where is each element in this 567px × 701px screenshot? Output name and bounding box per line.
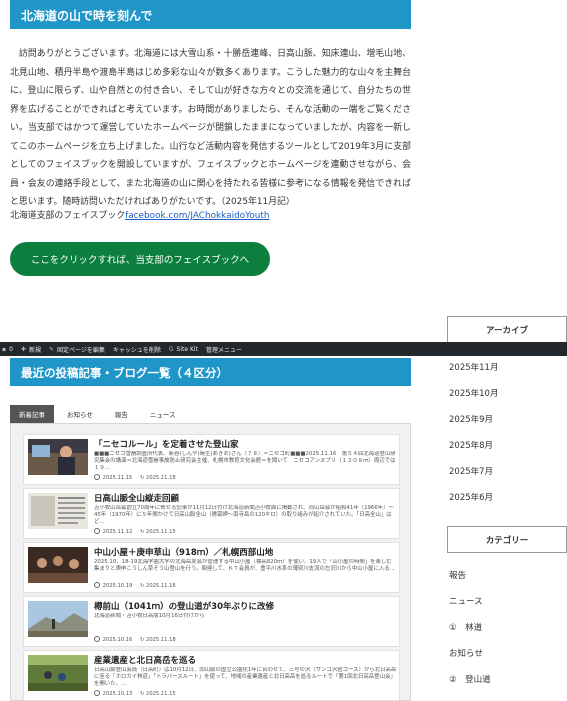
clock-icon [94, 636, 100, 642]
archive-link[interactable]: 2025年7月 [449, 465, 493, 477]
post-thumbnail[interactable] [28, 655, 88, 691]
refresh-icon: ↻ [140, 691, 145, 697]
admin-bar: ▪ 0 ✚ 新規 ✎ 固定ページを編集 キャッシュを削除 G Site Kit 管理メニ… [0, 342, 567, 356]
edit-page-menu[interactable]: ✎ 固定ページを編集 [49, 345, 105, 354]
category-link[interactable]: 報告 [449, 569, 466, 581]
post-excerpt: 北海道新聞・苫小牧日高版10月16日付けから [94, 613, 205, 619]
post-card[interactable]: 産業遺産と北日高岳を巡る 日高山脈登山会員（日高町）は10月12日、同山脈の国立… [23, 650, 400, 701]
google-icon: G [168, 345, 174, 353]
tab-notices[interactable]: お知らせ [58, 405, 102, 423]
post-date: 2025.10.13 [102, 691, 133, 697]
plus-icon: ✚ [20, 345, 26, 353]
refresh-icon: ↻ [140, 475, 145, 481]
post-thumbnail[interactable] [28, 547, 88, 583]
tab-new-posts[interactable]: 新着記事 [10, 405, 54, 423]
facebook-button[interactable]: ここをクリックすれば、当支部のフェイスブックへ [10, 242, 270, 276]
archive-link[interactable]: 2025年11月 [449, 361, 498, 373]
post-updated: 2025.11.15 [146, 529, 176, 535]
cache-label: キャッシュを削除 [112, 346, 161, 354]
post-title[interactable]: 産業遺産と北日高岳を巡る [94, 654, 394, 666]
facebook-line: 北海道支部のフェイスブックfacebook.com/JAChokkaidoYou… [10, 208, 270, 224]
comments-count: 0 [9, 345, 13, 353]
post-title[interactable]: 樽前山（1041ｍ）の登山道が30年ぶりに改修 [94, 600, 394, 612]
post-updated: 2025.11.18 [146, 475, 176, 481]
post-meta: 2025.10.19 ↻ 2025.11.16 [94, 582, 176, 589]
category-widget-title: カテゴリー [447, 526, 567, 553]
post-updated: 2025.11.16 [146, 583, 176, 589]
hero-title: 北海道の山で時を刻んで [21, 9, 153, 23]
intro-paragraph: 訪問ありがとうございます。北海道には大雪山系・十勝岳連峰、日高山脈、知床連山、増… [10, 49, 411, 207]
post-title[interactable]: 「ニセコルール」を定着させた登山家 [94, 438, 394, 450]
pencil-icon: ✎ [48, 345, 54, 353]
post-card[interactable]: 「ニセコルール」を定着させた登山家 ■■■ニセコ雪崩調査所代表、新谷(しんや)暁… [23, 434, 400, 485]
posts-banner: 最近の投稿記事・ブログ一覧（４区分） [10, 358, 411, 386]
post-updated: 2025.11.15 [146, 691, 176, 697]
facebook-prefix: 北海道支部のフェイスブック [10, 211, 126, 221]
post-date: 2025.10.16 [102, 637, 133, 643]
post-card[interactable]: 中山小屋＋庚申草山（918ｍ）／札幌西部山地 2025.10．18-19北海学園… [23, 542, 400, 593]
clear-cache-menu[interactable]: キャッシュを削除 [113, 345, 161, 354]
post-date: 2025.10.19 [102, 583, 133, 589]
tab-reports[interactable]: 報告 [105, 405, 137, 423]
new-content-menu[interactable]: ✚ 新規 [21, 345, 41, 354]
refresh-icon: ↻ [140, 637, 145, 643]
post-thumbnail[interactable] [28, 493, 88, 529]
clock-icon [94, 474, 100, 480]
post-date: 2025.11.12 [102, 529, 133, 535]
archive-link[interactable]: 2025年10月 [449, 387, 498, 399]
archive-link[interactable]: 2025年6月 [449, 491, 493, 503]
post-title[interactable]: 日高山脈全山縦走回顧 [94, 492, 394, 504]
tab-news[interactable]: ニュース [140, 405, 185, 423]
archive-widget-title: アーカイブ [447, 316, 567, 343]
refresh-icon: ↻ [140, 529, 145, 535]
post-title[interactable]: 中山小屋＋庚申草山（918ｍ）／札幌西部山地 [94, 546, 394, 558]
post-card[interactable]: 樽前山（1041ｍ）の登山道が30年ぶりに改修 北海道新聞・苫小牧日高版10月1… [23, 596, 400, 647]
post-excerpt: 2025.10．18-19北海学園大学の北海岳友会が管理する中山小屋（標高820… [94, 559, 395, 573]
posts-title: 最近の投稿記事・ブログ一覧（４区分） [21, 366, 228, 380]
post-thumbnail[interactable] [28, 439, 88, 475]
post-excerpt: 日高山脈登山会員（日高町）は10月12日、同山脈の国立公園化1年に合わせて、三号… [94, 667, 397, 688]
category-link[interactable]: ① 林道 [449, 621, 482, 633]
post-date: 2025.11.15 [102, 475, 133, 481]
post-meta: 2025.11.12 ↻ 2025.11.15 [94, 528, 176, 535]
comments-menu[interactable]: ▪ 0 [2, 346, 13, 353]
post-card[interactable]: 日高山脈全山縦走回顧 苫小牧山岳会創立70周年に寄せる記事が11月12日付け北海… [23, 488, 400, 539]
post-excerpt: ■■■ニセコ雪崩調査所代表、新谷(しんや)暁生(あきお)さん（７８）＝ニセコ町■… [94, 451, 396, 472]
clock-icon [94, 582, 100, 588]
site-kit-menu[interactable]: G Site Kit [169, 346, 198, 353]
edit-label: 固定ページを編集 [56, 346, 105, 354]
category-link[interactable]: お知らせ [449, 647, 483, 659]
admin-menu-label: 管理メニュー [205, 346, 242, 354]
posts-panel: 「ニセコルール」を定着させた登山家 ■■■ニセコ雪崩調査所代表、新谷(しんや)暁… [10, 423, 411, 701]
refresh-icon: ↻ [140, 583, 145, 589]
sitekit-label: Site Kit [176, 345, 198, 353]
post-meta: 2025.11.15 ↻ 2025.11.18 [94, 474, 176, 481]
post-tabs: 新着記事 お知らせ 報告 ニュース [10, 405, 189, 423]
archive-link[interactable]: 2025年8月 [449, 439, 493, 451]
post-excerpt: 苫小牧山岳会創立70周年に寄せる記事が11月12日付け北海道新聞苫小牧面に掲載さ… [94, 505, 394, 526]
clock-icon [94, 690, 100, 696]
clock-icon [94, 528, 100, 534]
admin-menu[interactable]: 管理メニュー [206, 345, 242, 354]
post-meta: 2025.10.13 ↻ 2025.11.15 [94, 690, 176, 697]
category-link[interactable]: ② 登山道 [449, 673, 491, 685]
facebook-link[interactable]: facebook.com/JAChokkaidoYouth [125, 211, 269, 221]
post-thumbnail[interactable] [28, 601, 88, 637]
post-meta: 2025.10.16 ↻ 2025.11.18 [94, 636, 176, 643]
category-link[interactable]: ニュース [449, 595, 483, 607]
post-updated: 2025.11.18 [146, 637, 176, 643]
new-label: 新規 [28, 346, 41, 354]
hero-banner: 北海道の山で時を刻んで [10, 0, 411, 29]
archive-link[interactable]: 2025年9月 [449, 413, 493, 425]
comment-icon: ▪ [2, 345, 7, 353]
